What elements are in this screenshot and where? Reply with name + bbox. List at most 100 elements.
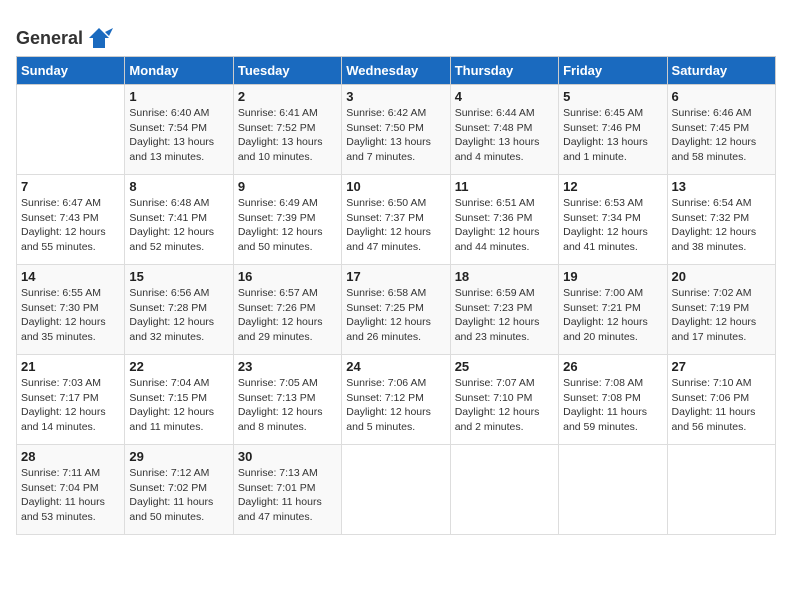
calendar-cell bbox=[342, 445, 450, 535]
calendar-cell: 30 Sunrise: 7:13 AM Sunset: 7:01 PM Dayli… bbox=[233, 445, 341, 535]
day-info: Sunrise: 6:51 AM Sunset: 7:36 PM Dayligh… bbox=[455, 197, 540, 253]
day-info: Sunrise: 7:00 AM Sunset: 7:21 PM Dayligh… bbox=[563, 287, 648, 343]
day-info: Sunrise: 7:06 AM Sunset: 7:12 PM Dayligh… bbox=[346, 377, 431, 433]
day-number: 8 bbox=[129, 179, 228, 194]
day-info: Sunrise: 7:08 AM Sunset: 7:08 PM Dayligh… bbox=[563, 377, 647, 433]
day-number: 12 bbox=[563, 179, 662, 194]
day-info: Sunrise: 6:41 AM Sunset: 7:52 PM Dayligh… bbox=[238, 107, 323, 163]
day-number: 13 bbox=[672, 179, 771, 194]
calendar-table: SundayMondayTuesdayWednesdayThursdayFrid… bbox=[16, 56, 776, 535]
day-info: Sunrise: 6:57 AM Sunset: 7:26 PM Dayligh… bbox=[238, 287, 323, 343]
day-number: 23 bbox=[238, 359, 337, 374]
calendar-cell: 18 Sunrise: 6:59 AM Sunset: 7:23 PM Dayli… bbox=[450, 265, 558, 355]
day-info: Sunrise: 7:13 AM Sunset: 7:01 PM Dayligh… bbox=[238, 467, 322, 523]
day-header-thursday: Thursday bbox=[450, 57, 558, 85]
calendar-cell: 6 Sunrise: 6:46 AM Sunset: 7:45 PM Daylig… bbox=[667, 85, 775, 175]
calendar-cell: 17 Sunrise: 6:58 AM Sunset: 7:25 PM Dayli… bbox=[342, 265, 450, 355]
calendar-cell: 9Sunrise: 6:49 AM Sunset: 7:39 PM Daylig… bbox=[233, 175, 341, 265]
day-info: Sunrise: 6:53 AM Sunset: 7:34 PM Dayligh… bbox=[563, 197, 648, 253]
day-info: Sunrise: 7:11 AM Sunset: 7:04 PM Dayligh… bbox=[21, 467, 105, 523]
calendar-cell: 27 Sunrise: 7:10 AM Sunset: 7:06 PM Dayli… bbox=[667, 355, 775, 445]
day-number: 18 bbox=[455, 269, 554, 284]
day-number: 19 bbox=[563, 269, 662, 284]
day-number: 11 bbox=[455, 179, 554, 194]
day-number: 6 bbox=[672, 89, 771, 104]
day-info: Sunrise: 7:04 AM Sunset: 7:15 PM Dayligh… bbox=[129, 377, 214, 433]
day-info: Sunrise: 7:02 AM Sunset: 7:19 PM Dayligh… bbox=[672, 287, 757, 343]
day-number: 5 bbox=[563, 89, 662, 104]
day-number: 9 bbox=[238, 179, 337, 194]
day-number: 29 bbox=[129, 449, 228, 464]
calendar-cell: 28 Sunrise: 7:11 AM Sunset: 7:04 PM Dayli… bbox=[17, 445, 125, 535]
day-number: 16 bbox=[238, 269, 337, 284]
calendar-cell: 14 Sunrise: 6:55 AM Sunset: 7:30 PM Dayli… bbox=[17, 265, 125, 355]
day-number: 2 bbox=[238, 89, 337, 104]
day-info: Sunrise: 6:48 AM Sunset: 7:41 PM Dayligh… bbox=[129, 197, 214, 253]
calendar-cell: 19 Sunrise: 7:00 AM Sunset: 7:21 PM Dayli… bbox=[559, 265, 667, 355]
day-info: Sunrise: 6:50 AM Sunset: 7:37 PM Dayligh… bbox=[346, 197, 431, 253]
day-info: Sunrise: 7:07 AM Sunset: 7:10 PM Dayligh… bbox=[455, 377, 540, 433]
day-number: 1 bbox=[129, 89, 228, 104]
calendar-cell: 5 Sunrise: 6:45 AM Sunset: 7:46 PM Daylig… bbox=[559, 85, 667, 175]
calendar-cell: 29 Sunrise: 7:12 AM Sunset: 7:02 PM Dayli… bbox=[125, 445, 233, 535]
calendar-cell: 7 Sunrise: 6:47 AM Sunset: 7:43 PM Daylig… bbox=[17, 175, 125, 265]
logo-general: General bbox=[16, 28, 83, 49]
calendar-cell bbox=[450, 445, 558, 535]
day-info: Sunrise: 6:42 AM Sunset: 7:50 PM Dayligh… bbox=[346, 107, 431, 163]
day-number: 7 bbox=[21, 179, 120, 194]
calendar-cell: 22 Sunrise: 7:04 AM Sunset: 7:15 PM Dayli… bbox=[125, 355, 233, 445]
day-number: 21 bbox=[21, 359, 120, 374]
day-header-monday: Monday bbox=[125, 57, 233, 85]
day-number: 26 bbox=[563, 359, 662, 374]
day-number: 27 bbox=[672, 359, 771, 374]
day-number: 28 bbox=[21, 449, 120, 464]
calendar-cell: 4 Sunrise: 6:44 AM Sunset: 7:48 PM Daylig… bbox=[450, 85, 558, 175]
calendar-cell: 8 Sunrise: 6:48 AM Sunset: 7:41 PM Daylig… bbox=[125, 175, 233, 265]
day-header-wednesday: Wednesday bbox=[342, 57, 450, 85]
day-header-saturday: Saturday bbox=[667, 57, 775, 85]
day-number: 25 bbox=[455, 359, 554, 374]
day-number: 15 bbox=[129, 269, 228, 284]
calendar-cell: 26 Sunrise: 7:08 AM Sunset: 7:08 PM Dayli… bbox=[559, 355, 667, 445]
logo: General bbox=[16, 24, 113, 48]
calendar-cell: 21 Sunrise: 7:03 AM Sunset: 7:17 PM Dayli… bbox=[17, 355, 125, 445]
day-number: 14 bbox=[21, 269, 120, 284]
day-info: Sunrise: 6:59 AM Sunset: 7:23 PM Dayligh… bbox=[455, 287, 540, 343]
calendar-cell: 1Sunrise: 6:40 AM Sunset: 7:54 PM Daylig… bbox=[125, 85, 233, 175]
calendar-cell: 16 Sunrise: 6:57 AM Sunset: 7:26 PM Dayli… bbox=[233, 265, 341, 355]
day-info: Sunrise: 6:45 AM Sunset: 7:46 PM Dayligh… bbox=[563, 107, 648, 163]
day-info: Sunrise: 6:56 AM Sunset: 7:28 PM Dayligh… bbox=[129, 287, 214, 343]
day-info: Sunrise: 6:55 AM Sunset: 7:30 PM Dayligh… bbox=[21, 287, 106, 343]
day-header-sunday: Sunday bbox=[17, 57, 125, 85]
logo-icon bbox=[85, 24, 113, 52]
day-header-tuesday: Tuesday bbox=[233, 57, 341, 85]
day-info: Sunrise: 7:10 AM Sunset: 7:06 PM Dayligh… bbox=[672, 377, 756, 433]
calendar-cell bbox=[559, 445, 667, 535]
day-info: Sunrise: 6:58 AM Sunset: 7:25 PM Dayligh… bbox=[346, 287, 431, 343]
day-number: 22 bbox=[129, 359, 228, 374]
calendar-cell bbox=[667, 445, 775, 535]
day-info: Sunrise: 6:47 AM Sunset: 7:43 PM Dayligh… bbox=[21, 197, 106, 253]
calendar-cell: 2 Sunrise: 6:41 AM Sunset: 7:52 PM Daylig… bbox=[233, 85, 341, 175]
day-number: 10 bbox=[346, 179, 445, 194]
calendar-cell: 24 Sunrise: 7:06 AM Sunset: 7:12 PM Dayli… bbox=[342, 355, 450, 445]
day-number: 17 bbox=[346, 269, 445, 284]
day-number: 24 bbox=[346, 359, 445, 374]
day-info: Sunrise: 7:05 AM Sunset: 7:13 PM Dayligh… bbox=[238, 377, 323, 433]
day-number: 4 bbox=[455, 89, 554, 104]
day-number: 20 bbox=[672, 269, 771, 284]
day-number: 3 bbox=[346, 89, 445, 104]
calendar-cell bbox=[17, 85, 125, 175]
calendar-cell: 25 Sunrise: 7:07 AM Sunset: 7:10 PM Dayli… bbox=[450, 355, 558, 445]
calendar-cell: 15 Sunrise: 6:56 AM Sunset: 7:28 PM Dayli… bbox=[125, 265, 233, 355]
calendar-cell: 11 Sunrise: 6:51 AM Sunset: 7:36 PM Dayli… bbox=[450, 175, 558, 265]
day-info: Sunrise: 7:03 AM Sunset: 7:17 PM Dayligh… bbox=[21, 377, 106, 433]
day-info: Sunrise: 6:54 AM Sunset: 7:32 PM Dayligh… bbox=[672, 197, 757, 253]
day-info: Sunrise: 6:44 AM Sunset: 7:48 PM Dayligh… bbox=[455, 107, 540, 163]
day-info: Sunrise: 6:46 AM Sunset: 7:45 PM Dayligh… bbox=[672, 107, 757, 163]
calendar-cell: 13 Sunrise: 6:54 AM Sunset: 7:32 PM Dayli… bbox=[667, 175, 775, 265]
calendar-cell: 10 Sunrise: 6:50 AM Sunset: 7:37 PM Dayli… bbox=[342, 175, 450, 265]
calendar-cell: 23 Sunrise: 7:05 AM Sunset: 7:13 PM Dayli… bbox=[233, 355, 341, 445]
day-number: 30 bbox=[238, 449, 337, 464]
day-info: Sunrise: 7:12 AM Sunset: 7:02 PM Dayligh… bbox=[129, 467, 213, 523]
